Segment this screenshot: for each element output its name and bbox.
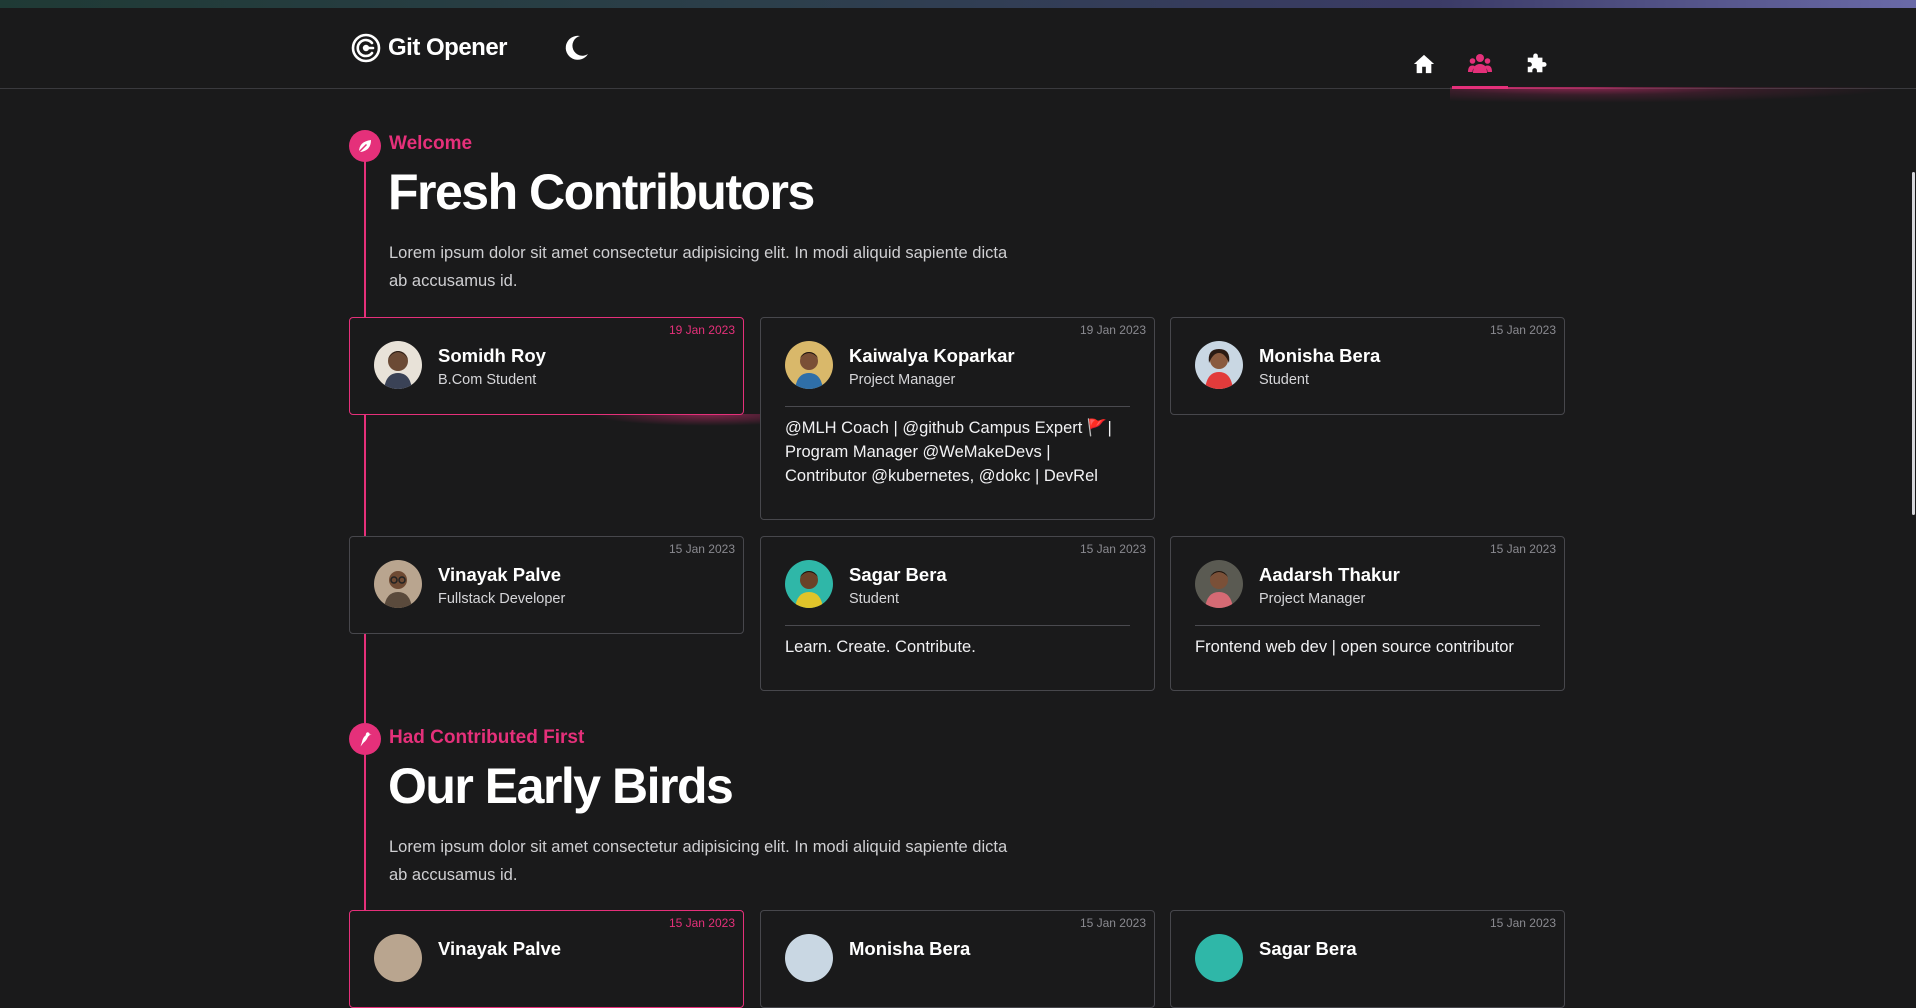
dark-mode-toggle-moon-icon[interactable]: [560, 32, 592, 64]
contributor-role: Project Manager: [849, 372, 956, 388]
git-opener-logo-icon: [351, 33, 381, 63]
avatar: [374, 560, 422, 608]
puzzle-icon: [1527, 52, 1547, 72]
contributor-date: 15 Jan 2023: [1489, 916, 1556, 930]
contributor-date: 19 Jan 2023: [1079, 323, 1146, 337]
section-eyebrow: Had Contributed First: [389, 727, 585, 748]
section-title: Our Early Birds: [388, 758, 734, 814]
section-description: Lorem ipsum dolor sit amet consectetur a…: [389, 838, 1008, 884]
contributor-card[interactable]: 15 Jan 2023 Vinayak Palve Fullstack Deve…: [349, 536, 744, 634]
logo-text: Git Opener: [388, 34, 508, 61]
avatar: [785, 341, 833, 389]
users-icon: [1468, 53, 1492, 73]
nav-contributors[interactable]: [1452, 38, 1508, 89]
contributor-role: Project Manager: [1259, 591, 1366, 607]
contributor-date: 15 Jan 2023: [1489, 323, 1556, 337]
avatar: [374, 341, 422, 389]
section-title: Fresh Contributors: [388, 164, 815, 220]
page-scrollbar[interactable]: [1912, 172, 1915, 515]
contributor-card[interactable]: 15 Jan 2023 Sagar Bera Student Learn. Cr…: [760, 536, 1155, 691]
nav-active-underline-glow: [1452, 87, 1632, 89]
bio-divider: [785, 406, 1130, 407]
contributor-name: Sagar Bera: [1259, 938, 1357, 959]
contributor-bio: Frontend web dev | open source contribut…: [1195, 638, 1514, 656]
home-icon: [1413, 54, 1435, 73]
contributor-name: Somidh Roy: [438, 345, 546, 366]
contributor-date: 15 Jan 2023: [1079, 916, 1146, 930]
main-nav: [1396, 38, 1564, 89]
contributor-role: B.Com Student: [438, 372, 537, 388]
nav-glow: [1450, 87, 1900, 103]
card-glow: [590, 414, 760, 426]
contributor-name: Monisha Bera: [1259, 345, 1381, 366]
contributor-role: Fullstack Developer: [438, 591, 566, 607]
contributor-name: Kaiwalya Koparkar: [849, 345, 1015, 366]
contributor-name: Vinayak Palve: [438, 564, 562, 585]
contributor-role: Student: [1259, 372, 1309, 388]
timeline-dot-bird: [349, 723, 381, 755]
top-gradient-strip: [0, 0, 1916, 8]
avatar: [785, 934, 833, 982]
avatar: [785, 560, 833, 608]
contributor-name: Monisha Bera: [849, 938, 971, 959]
contributor-card[interactable]: 15 Jan 2023 Aadarsh Thakur Project Manag…: [1170, 536, 1565, 691]
contributor-card[interactable]: 15 Jan 2023 Monisha Bera: [760, 910, 1155, 1008]
contributor-card[interactable]: 19 Jan 2023 Somidh Roy B.Com Student: [349, 317, 744, 415]
avatar: [1195, 560, 1243, 608]
contributor-date: 15 Jan 2023: [668, 916, 735, 930]
section-eyebrow: Welcome: [389, 133, 473, 154]
contributor-card[interactable]: 19 Jan 2023 Kaiwalya Koparkar Project Ma…: [760, 317, 1155, 520]
section-description: Lorem ipsum dolor sit amet consectetur a…: [389, 244, 1008, 290]
avatar: [1195, 341, 1243, 389]
bio-divider: [1195, 625, 1540, 626]
avatar: [374, 934, 422, 982]
leaf-icon: [358, 140, 371, 153]
contributor-bio: Learn. Create. Contribute.: [785, 638, 976, 656]
avatar: [1195, 934, 1243, 982]
contributor-date: 15 Jan 2023: [1489, 542, 1556, 556]
nav-extensions[interactable]: [1508, 38, 1564, 89]
contributor-role: Student: [849, 591, 899, 607]
bio-divider: [785, 625, 1130, 626]
contributor-date: 15 Jan 2023: [668, 542, 735, 556]
contributor-card[interactable]: 15 Jan 2023 Sagar Bera: [1170, 910, 1565, 1008]
contributor-bio: @MLH Coach | @github Campus Expert 🚩| Pr…: [785, 419, 1112, 485]
contributor-card[interactable]: 15 Jan 2023 Monisha Bera Student: [1170, 317, 1565, 415]
contributor-name: Sagar Bera: [849, 564, 947, 585]
contributor-date: 19 Jan 2023: [668, 323, 735, 337]
bird-icon: [360, 732, 372, 747]
site-header: Git Opener: [0, 8, 1916, 89]
contributor-date: 15 Jan 2023: [1079, 542, 1146, 556]
contributor-name: Aadarsh Thakur: [1259, 564, 1400, 585]
contributor-name: Vinayak Palve: [438, 938, 562, 959]
contributor-card[interactable]: 15 Jan 2023 Vinayak Palve: [349, 910, 744, 1008]
timeline-dot-leaf: [349, 130, 381, 162]
logo-link[interactable]: Git Opener: [350, 32, 508, 64]
nav-home[interactable]: [1396, 38, 1452, 89]
